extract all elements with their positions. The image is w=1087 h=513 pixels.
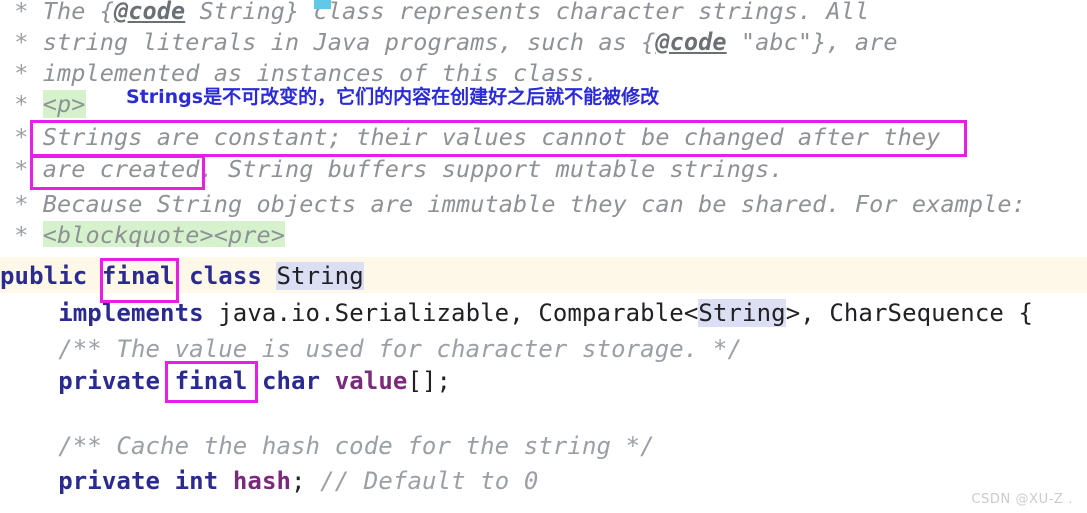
javadoc-code-tag: @code [114, 0, 186, 25]
javadoc-text: are created. String buffers support muta… [28, 155, 784, 183]
code-editor-canvas[interactable]: * The {@code String} class represents ch… [0, 0, 1087, 513]
code-line-hash-field[interactable]: private int hash; // Default to 0 [0, 463, 1087, 500]
javadoc-text: string literals in Java programs, such a… [28, 28, 656, 56]
code-keyword: public [0, 262, 88, 290]
javadoc-code-tag: @code [655, 28, 727, 56]
javadoc-text: Because String objects are immutable the… [28, 190, 1026, 218]
javadoc-star: * [0, 221, 29, 247]
code-comment: /** The value is used for character stor… [58, 335, 743, 363]
code-selected-token: String [698, 299, 786, 327]
code-text: []; [407, 367, 452, 395]
code-keyword: private [58, 467, 161, 495]
javadoc-line: * Because String objects are immutable t… [0, 187, 1087, 222]
code-keyword: int [174, 467, 219, 495]
code-field-name: value [334, 367, 408, 395]
javadoc-star: * [0, 155, 29, 183]
code-keyword: implements [58, 299, 204, 327]
javadoc-text: Strings are constant; their values canno… [28, 123, 941, 151]
javadoc-text: implemented as instances of this class. [28, 59, 599, 87]
javadoc-star: * [0, 59, 29, 87]
javadoc-text [29, 221, 43, 247]
code-comment: /** Cache the hash code for the string *… [58, 432, 655, 460]
annotation-note-chinese: Strings是不可改变的，它们的内容在创建好之后就不能被修改 [126, 86, 660, 108]
code-keyword: private [58, 367, 161, 395]
code-line-class-declaration[interactable]: public final class String [0, 258, 1087, 295]
code-text: java.io.Serializable, Comparable< [203, 299, 699, 327]
code-line-implements-clause[interactable]: implements java.io.Serializable, Compara… [0, 295, 1087, 332]
javadoc-text: "abc"}, are [726, 28, 898, 56]
code-keyword: final [101, 262, 175, 290]
javadoc-line: * Strings are constant; their values can… [0, 120, 1087, 155]
javadoc-text: String} class represents character strin… [185, 0, 870, 25]
code-text: >, CharSequence { [785, 299, 1034, 327]
javadoc-text: The { [28, 0, 114, 25]
code-line-value-field[interactable]: private final char value[]; [0, 363, 1087, 400]
javadoc-star: * [0, 0, 29, 25]
javadoc-line: * string literals in Java programs, such… [0, 25, 1087, 60]
code-keyword: char [261, 367, 321, 395]
code-line-hash-doc-comment[interactable]: /** Cache the hash code for the string *… [0, 428, 1087, 465]
code-field-name: hash [232, 467, 292, 495]
selection-artifact [314, 0, 331, 9]
javadoc-line: * <blockquote><pre> [0, 218, 1087, 247]
javadoc-html-tag: <blockquote><pre> [42, 221, 285, 247]
code-comment: // Default to 0 [320, 467, 539, 495]
javadoc-line: * are created. String buffers support mu… [0, 152, 1087, 187]
javadoc-star: * [0, 190, 29, 218]
javadoc-star: * [0, 123, 29, 151]
code-keyword: class [189, 262, 262, 290]
javadoc-star: * [0, 28, 29, 56]
code-keyword: final [174, 367, 248, 395]
javadoc-comment-block: * The {@code String} class represents ch… [0, 0, 1087, 247]
javadoc-star: * [0, 90, 29, 118]
javadoc-html-tag: <p> [42, 90, 86, 118]
code-text: ; [291, 467, 321, 495]
code-selected-token: String [276, 262, 364, 290]
javadoc-text [29, 90, 43, 118]
watermark: CSDN @XU-Z . [971, 492, 1073, 507]
